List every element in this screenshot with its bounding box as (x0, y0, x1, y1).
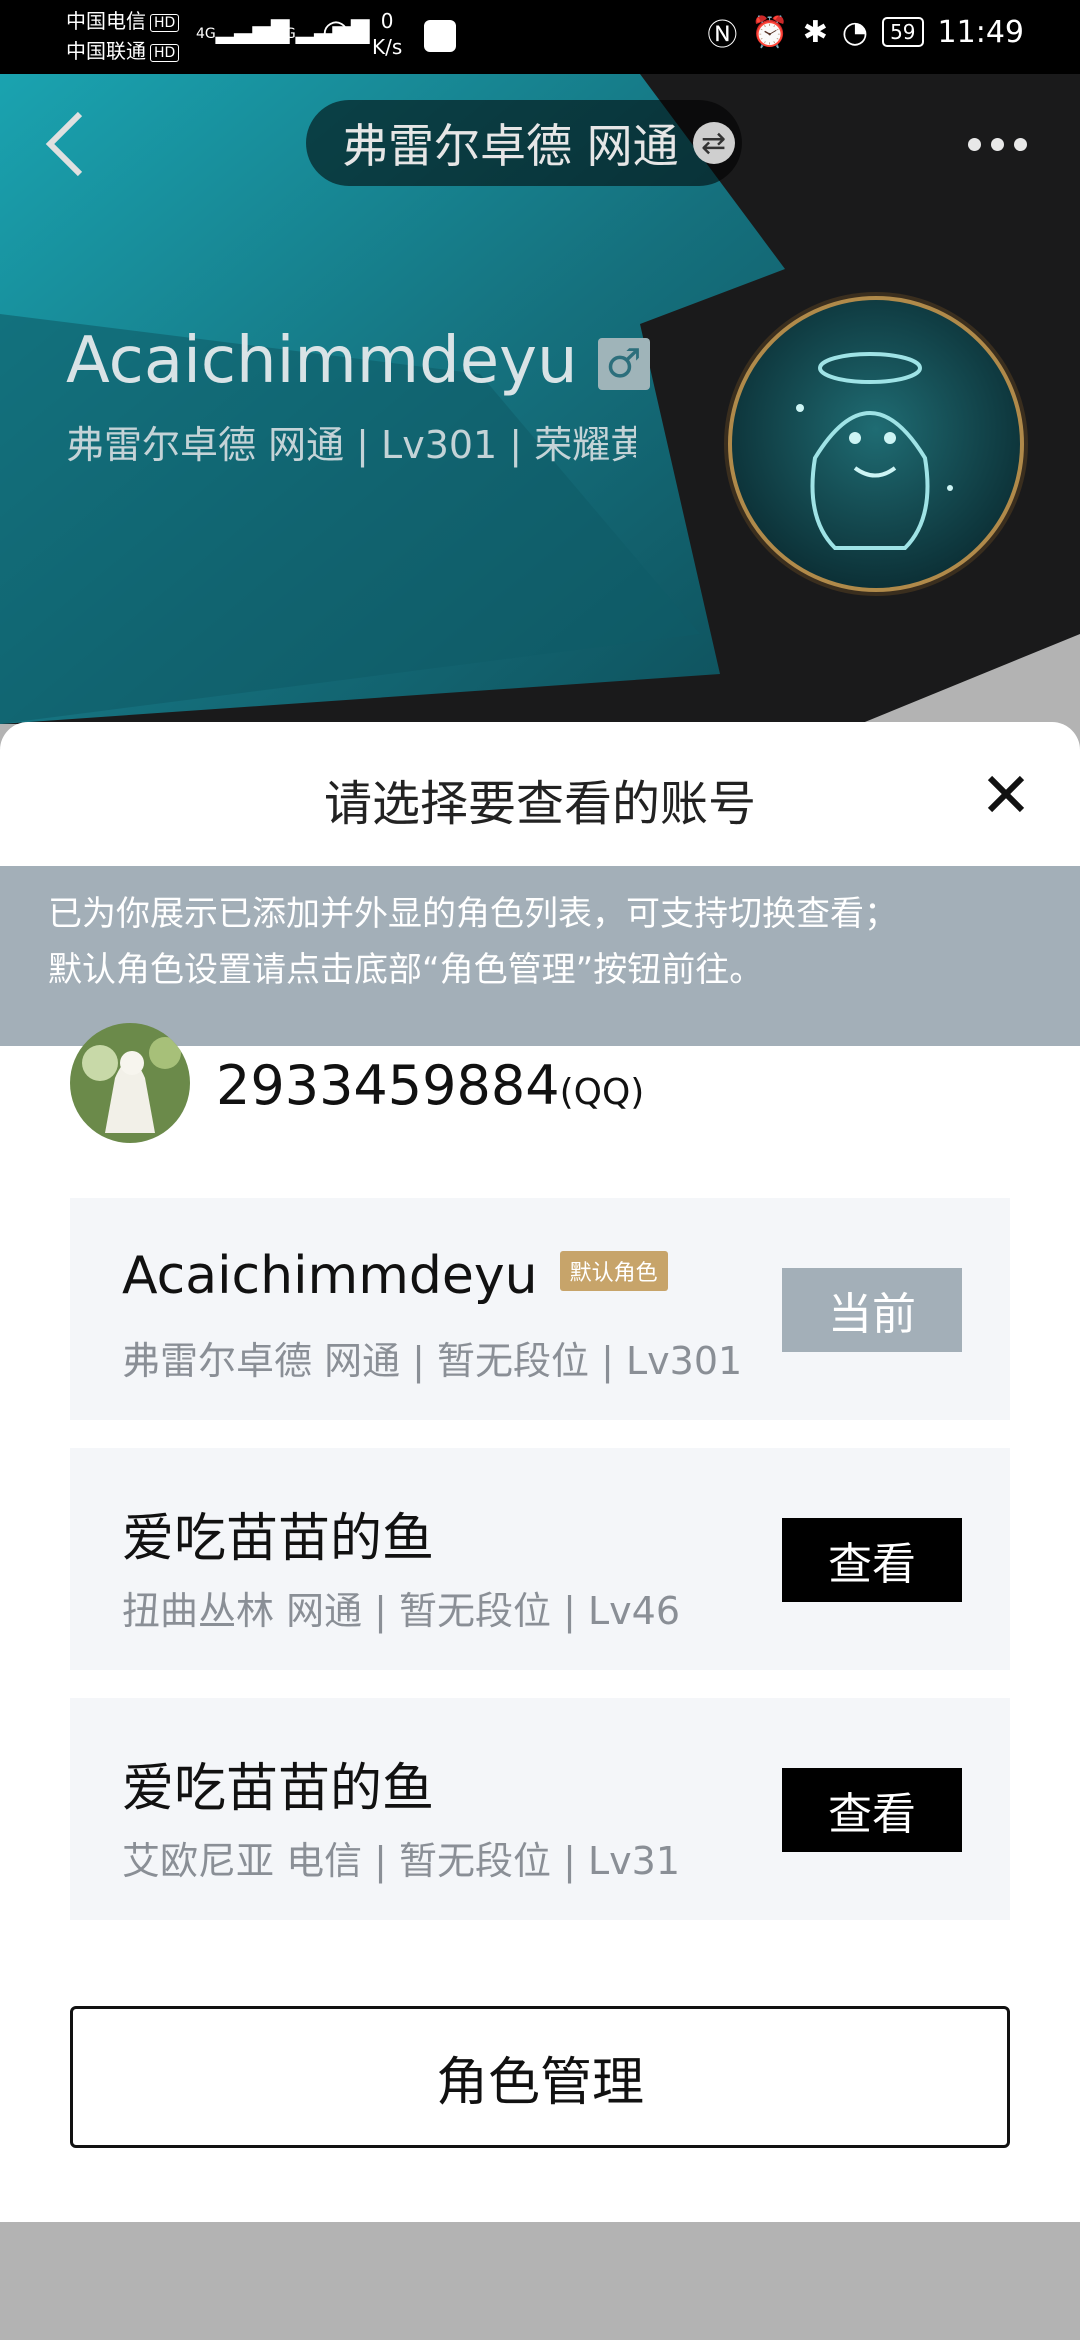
list-item: 爱吃苗苗的鱼 艾欧尼亚 电信 | 暂无段位 | Lv31 查看 (70, 1698, 1010, 1920)
male-icon: ♂ (597, 338, 650, 391)
current-button[interactable]: 当前 (782, 1268, 962, 1352)
battery-icon: 59 (882, 17, 924, 47)
status-icons: Ⓝ ⏰ ✱ ◔ 59 11:49 (707, 10, 1024, 54)
avatar (70, 1023, 190, 1143)
role-manage-button[interactable]: 角色管理 (70, 2006, 1010, 2148)
champion-avatar[interactable] (720, 288, 1032, 600)
notice-line-2: 默认角色设置请点击底部“角色管理”按钮前往。 (48, 950, 764, 990)
wifi-icon: ◠ (322, 12, 350, 50)
swap-icon: ⇄ (692, 122, 735, 164)
network-type: 4G (276, 26, 296, 42)
server-switch-button[interactable]: 弗雷尔卓德 网通 ⇄ (306, 100, 742, 186)
sheet-title: 请选择要查看的账号 (323, 776, 756, 832)
account-id: 2933459884(QQ) (216, 1054, 644, 1117)
role-list: Acaichimmdeyu 默认角色 弗雷尔卓德 网通 | 暂无段位 | Lv30… (70, 1198, 1010, 1948)
hd-badge: HD (150, 43, 180, 62)
app-notification-icon (424, 20, 456, 52)
status-bar: 中国电信 HD 中国联通 HD 4G▂▃▅▇ 4G▂▃▅▇ ◠ 0 K/s Ⓝ ⏰ … (0, 0, 1080, 74)
role-info: 艾欧尼亚 电信 | 暂无段位 | Lv31 (122, 1839, 681, 1883)
alarm-icon: ⏰ (751, 14, 789, 50)
role-name: 爱吃苗苗的鱼 (122, 1509, 435, 1569)
notice-line-1: 已为你展示已添加并外显的角色列表，可支持切换查看； (48, 894, 898, 934)
default-role-badge: 默认角色 (559, 1251, 668, 1291)
speedometer-icon: ◔ (841, 14, 869, 50)
profile-hero: 弗雷尔卓德 网通 ⇄ Acaichimmdeyu ♂ 弗雷尔卓德 网通 | Lv3… (0, 74, 1080, 724)
close-icon[interactable] (984, 772, 1028, 816)
hd-badge: HD (150, 13, 180, 32)
account-row: 2933459884(QQ) (70, 1023, 644, 1146)
account-number: 2933459884 (216, 1053, 560, 1117)
clock: 11:49 (937, 14, 1024, 50)
profile-name-row: Acaichimmdeyu ♂ (66, 324, 650, 398)
nfc-icon: Ⓝ (707, 18, 738, 53)
role-name: Acaichimmdeyu (122, 1246, 538, 1306)
view-button[interactable]: 查看 (782, 1518, 962, 1602)
back-arrow-icon[interactable] (40, 104, 100, 184)
account-type: (QQ) (559, 1071, 645, 1113)
bluetooth-icon: ✱ (802, 14, 828, 50)
dimmed-backdrop[interactable] (0, 2222, 1080, 2340)
role-info: 扭曲丛林 网通 | 暂无段位 | Lv46 (122, 1589, 681, 1633)
more-dots-icon[interactable] (968, 124, 1038, 164)
notice-banner: 已为你展示已添加并外显的角色列表，可支持切换查看； 默认角色设置请点击底部“角色… (0, 866, 1080, 1046)
net-speed: 0 K/s (372, 8, 402, 60)
list-item: Acaichimmdeyu 默认角色 弗雷尔卓德 网通 | 暂无段位 | Lv30… (70, 1198, 1010, 1420)
net-speed-value: 0 (380, 9, 394, 33)
net-speed-unit: K/s (372, 35, 403, 59)
role-name: 爱吃苗苗的鱼 (122, 1759, 435, 1819)
profile-name: Acaichimmdeyu (66, 324, 578, 398)
carrier-info: 中国电信 HD 中国联通 HD (66, 6, 180, 66)
role-info: 弗雷尔卓德 网通 | 暂无段位 | Lv301 (122, 1339, 743, 1383)
server-title: 弗雷尔卓德 网通 (342, 119, 679, 173)
role-name-row: Acaichimmdeyu 默认角色 (122, 1246, 668, 1306)
view-button[interactable]: 查看 (782, 1768, 962, 1852)
carrier-2: 中国联通 (66, 39, 146, 63)
profile-subline: 弗雷尔卓德 网通 | Lv301 | 荣耀黄 (66, 423, 636, 467)
account-select-sheet: 请选择要查看的账号 已为你展示已添加并外显的角色列表，可支持切换查看； 默认角色… (0, 722, 1080, 2222)
list-item: 爱吃苗苗的鱼 扭曲丛林 网通 | 暂无段位 | Lv46 查看 (70, 1448, 1010, 1670)
carrier-1: 中国电信 (66, 9, 146, 33)
network-type: 4G (196, 26, 216, 42)
